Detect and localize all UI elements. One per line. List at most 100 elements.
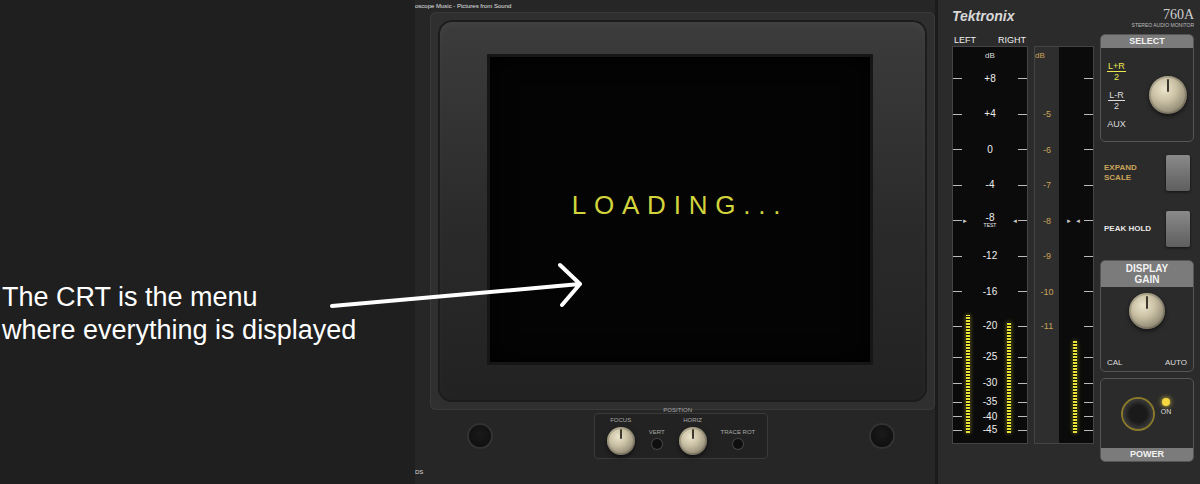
scale-row: -4 [953,167,1027,202]
scale-tick [1018,383,1027,384]
control-label: FOCUS [610,417,631,424]
scale-row: -16 [953,274,1027,309]
scale-tick [1084,291,1093,292]
scale-row [1035,424,1093,437]
scale-tick [1084,185,1093,186]
power-on-label: ON [1161,408,1172,415]
scale-tick [953,326,962,327]
control-label: VERT [649,429,665,436]
scale-label: +8 [962,74,1018,84]
scale-tick [1018,185,1027,186]
scale-tick [1084,78,1093,79]
scale-row: -30 [953,372,1027,395]
select-body: L+R2 L-R2 AUX [1101,48,1193,141]
pointer-arrow-icon [330,255,592,315]
vert-control: VERT [649,429,665,455]
controls-column: SELECTL+R2L-R2AUXEXPAND SCALEPEAK HOLDDI… [1100,34,1194,462]
scale-row [1035,343,1093,372]
scale-tick [1018,402,1027,403]
scale-tick [953,291,962,292]
scale-label: -16 [962,287,1018,297]
scale-row: -25 [953,343,1027,372]
scale-strip: ►◄ [1059,218,1093,224]
annotation-line: The CRT is the menu [2,281,415,314]
power-indicator: ON [1161,398,1172,415]
focus-knob[interactable] [607,427,635,455]
scale-tick [1018,291,1027,292]
channel-label: RIGHT [998,34,1026,46]
scale-tick [1018,114,1027,115]
scale-tick [1084,326,1093,327]
select-option[interactable]: L+R2 [1107,61,1126,82]
horiz-knob[interactable] [679,427,707,455]
scale-tick [1084,383,1093,384]
test-marker: ► [962,218,968,224]
meter-bar [1073,341,1077,434]
scale-tick [953,383,962,384]
scale-row: -20 [953,309,1027,343]
select-option[interactable]: AUX [1107,119,1126,129]
footer: DS [415,462,935,484]
scale-tick [1084,430,1093,431]
model-block: 760ASTEREO AUDIO MONITOR [1132,8,1194,28]
scale-row: 0 [953,132,1027,167]
test-marker: ◄ [1075,218,1081,224]
channel-label: LEFT [954,34,976,46]
scale-tick [1084,416,1093,417]
scale-tick [1018,220,1027,221]
meter-bar [1007,322,1011,433]
gain-label: AUTO [1165,358,1187,367]
display-gain-body: CALAUTO [1101,287,1193,371]
scale-tick [953,78,962,79]
vert-adjust[interactable] [652,439,662,449]
scale-row: -8►◄ [1035,203,1093,238]
scale-label: -9 [1035,251,1059,261]
crt-section: oscope Music - Pictures from SoundLOADIN… [415,0,935,484]
knob-pointer [692,429,694,439]
meter-track [1007,63,1011,433]
scale-tick [953,357,962,358]
channel-labels: LEFT RIGHT [952,34,1028,46]
button-label: PEAK HOLD [1104,224,1160,234]
difference-meter: dB-5-6-7-8►◄-9-10-11 [1034,34,1094,462]
push-button[interactable] [1166,155,1190,191]
power-button[interactable] [1123,399,1153,429]
scale-row: ►-8TEST◄ [953,203,1027,238]
level-meter: LEFTRIGHTdB+8+40-4►-8TEST◄-12-16-20-25-3… [952,34,1028,462]
crt-frame: LOADING... [438,20,927,402]
scale-tick [953,430,962,431]
scale-tick [1084,114,1093,115]
crt-screen[interactable]: LOADING... [490,57,870,362]
select-option[interactable]: L-R2 [1107,90,1126,111]
meter-panel: Tektronix760ASTEREO AUDIO MONITORLEFTRIG… [935,0,1200,484]
control-label: POSITION [663,407,692,414]
scale-tick [953,256,962,257]
gain-knob[interactable] [1129,293,1165,329]
scale-tick [1084,357,1093,358]
meter-unit: dB [1035,51,1059,61]
scale-row [1035,61,1093,96]
display-gain-box: DISPLAY GAINCALAUTO [1100,260,1194,372]
scale-label: -7 [1035,180,1059,190]
scale-tick [1084,220,1093,221]
select-knob[interactable] [1149,76,1187,114]
scale-label: -8TEST [968,213,1012,228]
mount-hole [871,425,893,447]
scale-row: -45 [953,424,1027,437]
meter-spacer [1034,34,1094,46]
scale-tick [1018,256,1027,257]
scale-label: -4 [962,180,1018,190]
scale-row: -5 [1035,96,1093,131]
select-title: SELECT [1101,35,1193,48]
scale-row: -12 [953,238,1027,273]
scale-row [1035,372,1093,395]
scale-label: -6 [1035,145,1059,155]
model-number: 760A [1163,8,1194,22]
mount-hole [469,425,491,447]
trace-adjust[interactable] [733,439,743,449]
test-marker: ► [1066,218,1072,224]
scale-tick [1018,416,1027,417]
push-button[interactable] [1166,211,1190,247]
level-meter-box: dB+8+40-4►-8TEST◄-12-16-20-25-30-35-40-4… [952,46,1028,444]
meter-track [1073,63,1077,433]
